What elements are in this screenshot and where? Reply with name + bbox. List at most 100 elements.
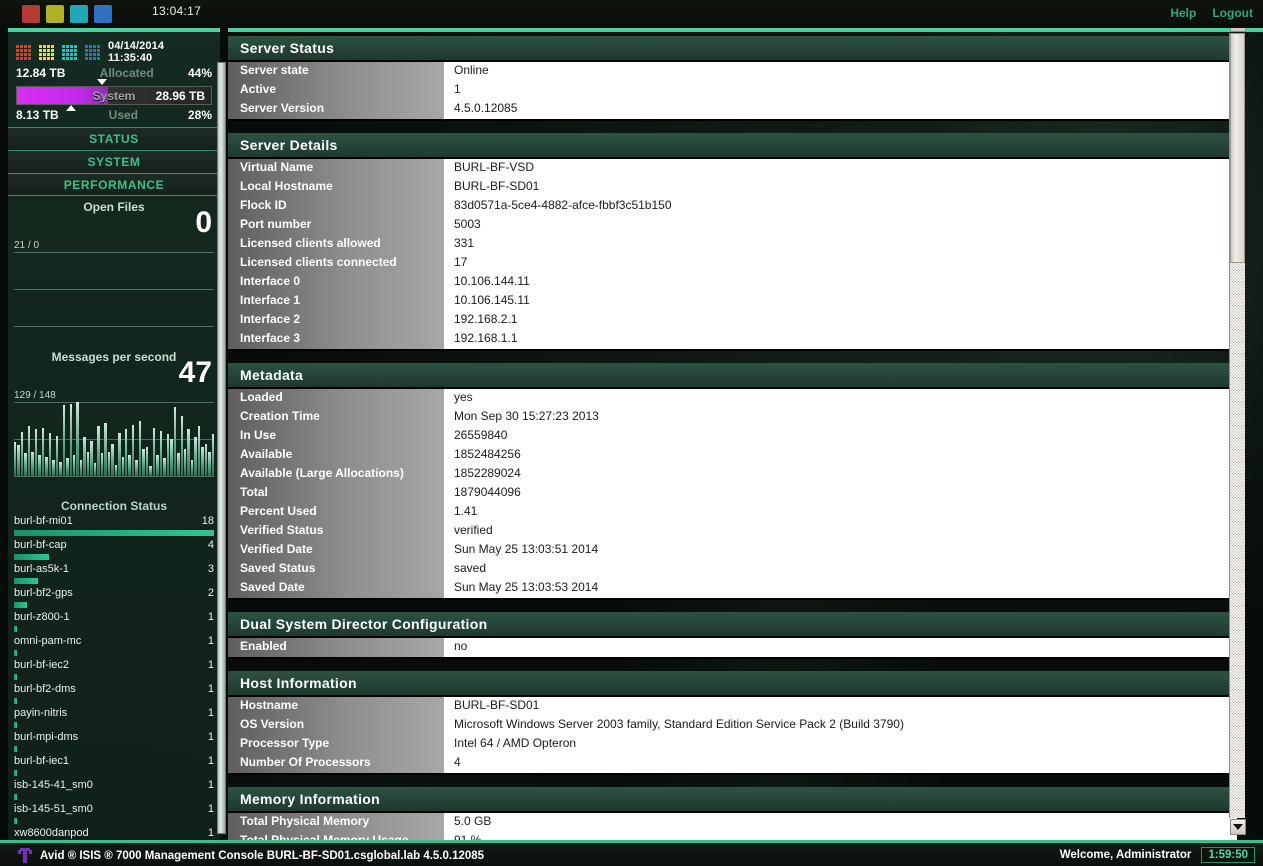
connection-row[interactable]: burl-z800-1 1 bbox=[8, 611, 220, 635]
row-value: 83d0571a-5ce4-4882-afce-fbbf3c51b150 bbox=[444, 197, 1237, 216]
row-label: Active bbox=[228, 81, 444, 100]
row-value: 1 bbox=[444, 81, 1237, 100]
connection-count: 3 bbox=[207, 563, 214, 575]
connection-row[interactable]: burl-bf-cap 4 bbox=[8, 539, 220, 563]
info-table: Server state Online Active 1 Server Version 4… bbox=[228, 62, 1237, 121]
connection-bar bbox=[14, 746, 17, 752]
main-content: Home | System Information Server StatusS… bbox=[228, 0, 1263, 840]
connection-row[interactable]: isb-145-41_sm0 1 bbox=[8, 779, 220, 803]
row-label: Enabled bbox=[228, 638, 444, 657]
window-color-buttons bbox=[22, 5, 112, 23]
connection-count: 4 bbox=[207, 539, 214, 551]
row-label: Flock ID bbox=[228, 197, 444, 216]
row-label: Hostname bbox=[228, 697, 444, 716]
connection-count: 1 bbox=[207, 779, 214, 791]
info-table: Loaded yes Creation Time Mon Sep 30 15:27:2… bbox=[228, 389, 1237, 600]
table-row: Total Physical Memory Usage 91 % bbox=[228, 832, 1237, 840]
connection-name: burl-bf-iec2 bbox=[14, 659, 70, 671]
red-square[interactable] bbox=[22, 5, 40, 23]
connection-bar bbox=[14, 530, 214, 536]
main-scrollbar[interactable] bbox=[1229, 16, 1246, 835]
sparkline-bar bbox=[111, 444, 114, 476]
sparkline-bar bbox=[107, 452, 111, 476]
status-dot bbox=[97, 48, 100, 52]
sparkline-bar bbox=[114, 465, 118, 476]
sidebar-nav-status[interactable]: STATUS bbox=[8, 127, 220, 150]
connection-count: 2 bbox=[207, 587, 214, 599]
scroll-down-button[interactable] bbox=[1230, 819, 1246, 835]
status-dot bbox=[28, 44, 31, 48]
connection-name: burl-bf-mi01 bbox=[14, 515, 73, 527]
used-label: Used bbox=[108, 108, 138, 122]
sidebar-nav-performance[interactable]: PERFORMANCE bbox=[8, 173, 220, 196]
status-dot bbox=[47, 52, 50, 56]
sparkline-bar bbox=[59, 462, 62, 476]
blue-square[interactable] bbox=[94, 5, 112, 23]
row-value: 1879044096 bbox=[444, 484, 1237, 503]
connection-row[interactable]: burl-mpi-dms 1 bbox=[8, 731, 220, 755]
connection-row[interactable]: burl-bf2-dms 1 bbox=[8, 683, 220, 707]
row-value: 1.41 bbox=[444, 503, 1237, 522]
table-row: Percent Used 1.41 bbox=[228, 503, 1237, 522]
sparkline-bar bbox=[86, 452, 90, 476]
status-dot bbox=[89, 44, 92, 48]
logout-link[interactable]: Logout bbox=[1212, 6, 1253, 20]
sidebar-scrollbar-thumb[interactable] bbox=[217, 62, 226, 834]
status-dot bbox=[20, 56, 23, 60]
connection-name: xw8600danpod bbox=[14, 827, 89, 839]
sparkline-bar bbox=[156, 455, 159, 476]
status-dots-2 bbox=[39, 44, 54, 60]
connection-row[interactable]: burl-bf-mi01 18 bbox=[8, 515, 220, 539]
sparkline-bar bbox=[159, 431, 163, 476]
main-scrollbar-thumb[interactable] bbox=[1230, 33, 1245, 263]
row-value: no bbox=[444, 638, 1237, 657]
status-dot bbox=[70, 48, 73, 52]
sidebar-scrollbar[interactable] bbox=[217, 62, 226, 836]
capacity-bar[interactable]: System 28.96 TB bbox=[16, 86, 212, 105]
table-row: Number Of Processors 4 bbox=[228, 754, 1237, 773]
connection-name: burl-bf-iec1 bbox=[14, 755, 70, 767]
row-label: Processor Type bbox=[228, 735, 444, 754]
capacity-bar-wrap: System 28.96 TB bbox=[16, 79, 212, 111]
table-row: Port number 5003 bbox=[228, 216, 1237, 235]
cyan-square[interactable] bbox=[70, 5, 88, 23]
help-link[interactable]: Help bbox=[1170, 6, 1196, 20]
status-dot bbox=[51, 56, 54, 60]
status-dot bbox=[74, 56, 77, 60]
row-label: Percent Used bbox=[228, 503, 444, 522]
sparkline-bar bbox=[194, 437, 197, 476]
row-label: Total Physical Memory bbox=[228, 813, 444, 832]
status-dot bbox=[62, 44, 65, 48]
row-value: Online bbox=[444, 62, 1237, 81]
yellow-square[interactable] bbox=[46, 5, 64, 23]
connection-row[interactable]: burl-as5k-1 3 bbox=[8, 563, 220, 587]
sparkline-bar bbox=[170, 439, 173, 476]
status-dot bbox=[47, 56, 50, 60]
connection-row[interactable]: burl-bf-iec2 1 bbox=[8, 659, 220, 683]
connection-row[interactable]: burl-bf2-gps 2 bbox=[8, 587, 220, 611]
row-label: Available bbox=[228, 446, 444, 465]
table-row: Processor Type Intel 64 / AMD Opteron bbox=[228, 735, 1237, 754]
connection-row[interactable]: isb-145-51_sm0 1 bbox=[8, 803, 220, 827]
row-value: Microsoft Windows Server 2003 family, St… bbox=[444, 716, 1237, 735]
connection-row[interactable]: payin-nitris 1 bbox=[8, 707, 220, 731]
sparkline-bar bbox=[45, 457, 48, 476]
table-row: Verified Status verified bbox=[228, 522, 1237, 541]
connection-count: 1 bbox=[207, 755, 214, 767]
connection-row[interactable]: burl-bf-iec1 1 bbox=[8, 755, 220, 779]
connection-name: burl-bf2-dms bbox=[14, 683, 76, 695]
status-dot bbox=[47, 44, 50, 48]
row-value: 1852484256 bbox=[444, 446, 1237, 465]
sparkline-bar bbox=[177, 453, 180, 476]
row-label: Interface 2 bbox=[228, 311, 444, 330]
row-label: Verified Date bbox=[228, 541, 444, 560]
sidebar-nav-system[interactable]: SYSTEM bbox=[8, 150, 220, 173]
connection-row[interactable]: omni-pam-mc 1 bbox=[8, 635, 220, 659]
table-row: Licensed clients connected 17 bbox=[228, 254, 1237, 273]
sparkline-bar bbox=[104, 423, 107, 476]
row-value: 192.168.1.1 bbox=[444, 330, 1237, 349]
allocated-label: Allocated bbox=[99, 66, 154, 80]
status-dot bbox=[16, 56, 19, 60]
metric-panel: Messages per second 47 129 / 148 bbox=[8, 346, 220, 496]
